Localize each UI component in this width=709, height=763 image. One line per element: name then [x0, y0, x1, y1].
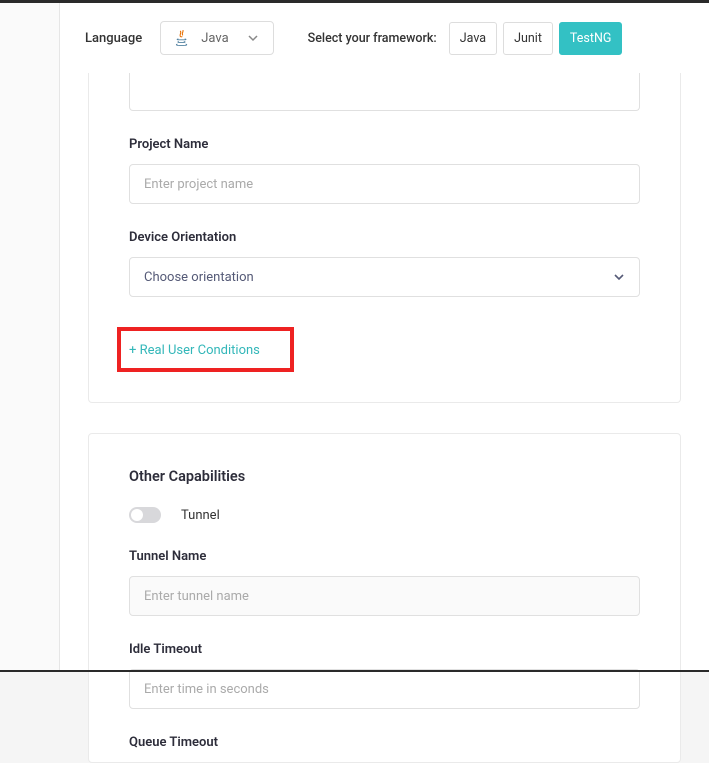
chevron-down-icon — [247, 32, 259, 44]
real-user-conditions-expand[interactable]: + Real User Conditions — [129, 341, 260, 360]
orientation-placeholder-text: Choose orientation — [144, 270, 254, 285]
project-name-label: Project Name — [129, 137, 640, 152]
idle-timeout-label: Idle Timeout — [129, 642, 640, 657]
other-capabilities-title: Other Capabilities — [129, 434, 640, 507]
framework-label: Select your framework: — [308, 31, 437, 46]
language-selected-text: Java — [201, 31, 228, 46]
framework-button-testng[interactable]: TestNG — [559, 22, 622, 55]
tunnel-toggle-label: Tunnel — [181, 508, 220, 523]
queue-timeout-label: Queue Timeout — [129, 735, 640, 750]
framework-button-java[interactable]: Java — [449, 22, 497, 55]
config-card: Project Name Device Orientation Choose o… — [88, 73, 681, 403]
language-label: Language — [85, 31, 142, 46]
highlight-annotation: + Real User Conditions — [117, 327, 294, 372]
tunnel-toggle[interactable] — [129, 507, 161, 523]
idle-timeout-input[interactable] — [129, 669, 640, 709]
top-bar: Language Java Select your framework: Jav… — [60, 3, 709, 73]
scroll-area: Project Name Device Orientation Choose o… — [60, 73, 709, 670]
content-area: Language Java Select your framework: Jav… — [60, 3, 709, 670]
other-capabilities-card: Other Capabilities Tunnel Tunnel Name Id… — [88, 433, 681, 763]
java-icon — [175, 30, 189, 46]
tunnel-name-input[interactable] — [129, 576, 640, 616]
previous-input-stub[interactable] — [129, 73, 640, 111]
left-sidebar-strip — [0, 3, 60, 670]
language-select[interactable]: Java — [160, 21, 273, 55]
tunnel-name-label: Tunnel Name — [129, 549, 640, 564]
device-orientation-label: Device Orientation — [129, 230, 640, 245]
device-orientation-select[interactable]: Choose orientation — [129, 257, 640, 297]
project-name-input[interactable] — [129, 164, 640, 204]
toggle-knob — [131, 509, 143, 521]
tunnel-toggle-row: Tunnel — [129, 507, 640, 523]
framework-button-junit[interactable]: Junit — [503, 22, 553, 55]
chevron-down-icon — [613, 271, 625, 283]
